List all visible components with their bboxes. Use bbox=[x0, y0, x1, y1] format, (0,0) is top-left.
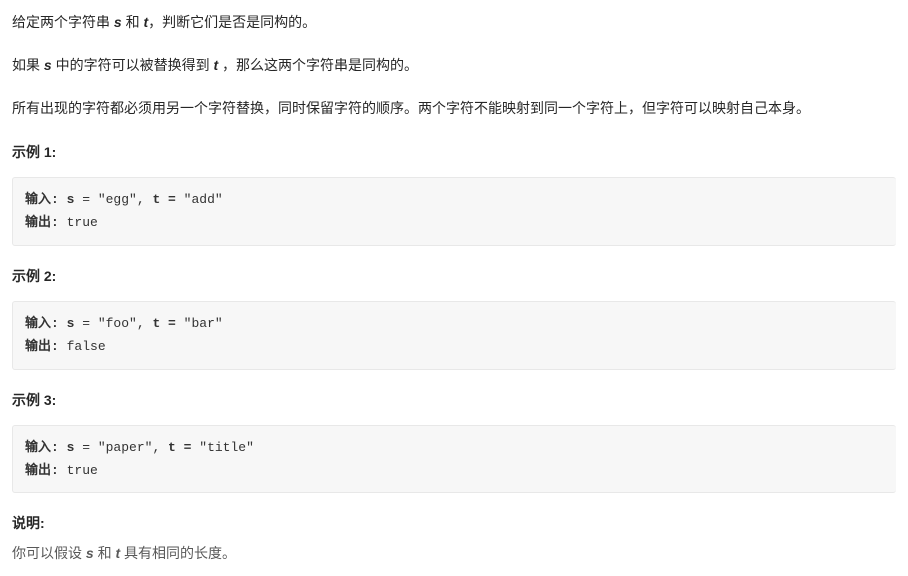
output-label: 输出: bbox=[25, 339, 67, 354]
t-value: "add" bbox=[184, 192, 223, 207]
note-heading: 说明: bbox=[12, 511, 896, 536]
comma: , bbox=[152, 440, 168, 455]
s-value: "paper" bbox=[98, 440, 153, 455]
example-code-2: 输入: s = "foo", t = "bar" 输出: false bbox=[12, 301, 896, 370]
comma: , bbox=[137, 316, 153, 331]
text: 具有相同的长度。 bbox=[120, 545, 236, 561]
t-value: "title" bbox=[199, 440, 254, 455]
t-value: "bar" bbox=[184, 316, 223, 331]
space bbox=[176, 316, 184, 331]
equals: = bbox=[74, 192, 97, 207]
output-label: 输出: bbox=[25, 463, 67, 478]
var-t: t = bbox=[152, 316, 175, 331]
example-code-3: 输入: s = "paper", t = "title" 输出: true bbox=[12, 425, 896, 494]
text: 和 bbox=[94, 545, 116, 561]
text: 和 bbox=[122, 14, 144, 30]
var-s: s bbox=[114, 14, 122, 30]
input-label: 输入: bbox=[25, 440, 67, 455]
s-value: "egg" bbox=[98, 192, 137, 207]
equals: = bbox=[74, 440, 97, 455]
var-t: t = bbox=[168, 440, 191, 455]
var-s: s bbox=[86, 545, 94, 561]
equals: = bbox=[74, 316, 97, 331]
example-code-1: 输入: s = "egg", t = "add" 输出: true bbox=[12, 177, 896, 246]
s-value: "foo" bbox=[98, 316, 137, 331]
example-heading-2: 示例 2: bbox=[12, 264, 896, 289]
text: 你可以假设 bbox=[12, 545, 86, 561]
input-label: 输入: bbox=[25, 192, 67, 207]
output-value: true bbox=[67, 215, 98, 230]
input-label: 输入: bbox=[25, 316, 67, 331]
problem-paragraph-1: 给定两个字符串 s 和 t，判断它们是否是同构的。 bbox=[12, 10, 896, 35]
comma: , bbox=[137, 192, 153, 207]
text: ，那么这两个字符串是同构的。 bbox=[218, 57, 418, 73]
output-value: true bbox=[67, 463, 98, 478]
output-value: false bbox=[67, 339, 106, 354]
example-heading-1: 示例 1: bbox=[12, 140, 896, 165]
problem-paragraph-3: 所有出现的字符都必须用另一个字符替换，同时保留字符的顺序。两个字符不能映射到同一… bbox=[12, 96, 896, 121]
text: 中的字符可以被替换得到 bbox=[52, 57, 214, 73]
text: 给定两个字符串 bbox=[12, 14, 114, 30]
example-heading-3: 示例 3: bbox=[12, 388, 896, 413]
var-s: s bbox=[44, 57, 52, 73]
var-t: t = bbox=[152, 192, 175, 207]
text: ，判断它们是否是同构的。 bbox=[148, 14, 316, 30]
note-text: 你可以假设 s 和 t 具有相同的长度。 bbox=[12, 541, 896, 566]
text: 所有出现的字符都必须用另一个字符替换，同时保留字符的顺序。两个字符不能映射到同一… bbox=[12, 100, 810, 116]
text: 如果 bbox=[12, 57, 44, 73]
space bbox=[176, 192, 184, 207]
output-label: 输出: bbox=[25, 215, 67, 230]
problem-paragraph-2: 如果 s 中的字符可以被替换得到 t ，那么这两个字符串是同构的。 bbox=[12, 53, 896, 78]
